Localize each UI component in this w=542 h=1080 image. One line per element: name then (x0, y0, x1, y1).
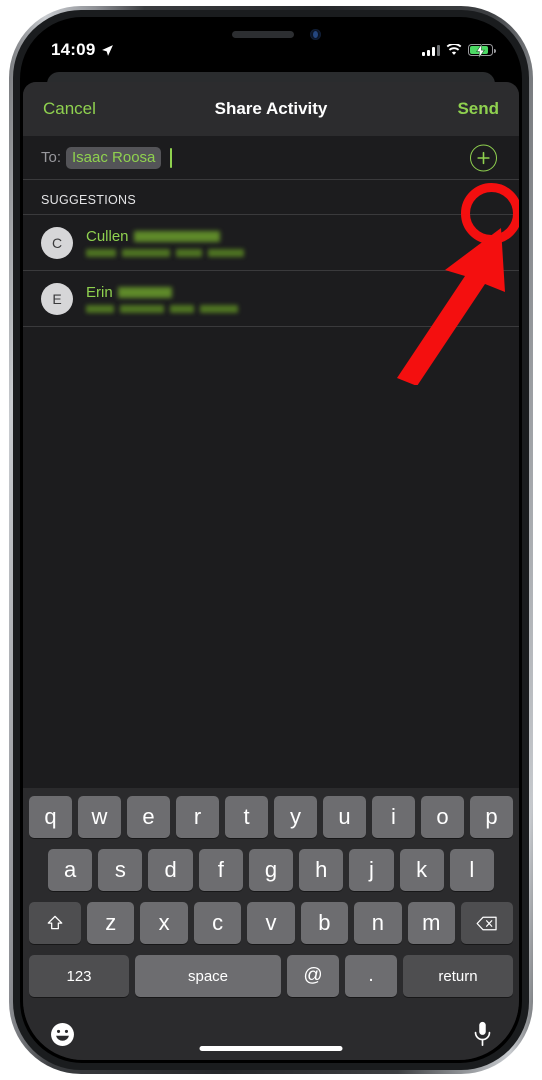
key-b[interactable]: b (300, 902, 349, 944)
key-v[interactable]: v (247, 902, 295, 944)
battery-charging-icon (468, 44, 496, 58)
device-notch (182, 20, 360, 50)
at-sign-key[interactable]: @ (287, 955, 339, 997)
key-f[interactable]: f (198, 849, 243, 891)
period-key[interactable]: . (345, 955, 397, 997)
status-bar-right (422, 44, 496, 58)
to-field-label: To: (41, 149, 62, 166)
key-q[interactable]: q (29, 796, 72, 838)
key-m[interactable]: m (407, 902, 455, 944)
keyboard-row-1: q w e r t y u i o p (26, 796, 516, 838)
key-d[interactable]: d (148, 849, 193, 891)
suggestions-section-header: SUGGESTIONS (23, 180, 519, 215)
phone-screen: 14:09 Cancel Share Activity Send To: Isa… (23, 20, 519, 1060)
redacted-subtitle-part (86, 249, 116, 257)
redacted-subtitle-part (86, 305, 114, 313)
shift-key[interactable] (29, 902, 82, 944)
key-u[interactable]: u (323, 796, 366, 838)
return-key[interactable]: return (403, 955, 513, 997)
keyboard-row-4: 123 space @ . return (26, 955, 516, 997)
text-cursor (170, 147, 173, 168)
suggestion-first-name: Cullen (86, 228, 129, 245)
suggestion-text: Erin (86, 284, 238, 313)
cancel-button[interactable]: Cancel (43, 99, 96, 119)
plus-circle-icon (477, 151, 490, 164)
recipient-token-isaac-roosa[interactable]: Isaac Roosa (66, 146, 162, 169)
key-n[interactable]: n (354, 902, 402, 944)
redacted-subtitle-part (176, 249, 202, 257)
key-s[interactable]: s (98, 849, 143, 891)
suggestion-subtitle-redacted (86, 249, 244, 257)
status-bar-left: 14:09 (51, 40, 114, 60)
redacted-subtitle-part (122, 249, 170, 257)
home-indicator[interactable] (199, 1046, 343, 1051)
redacted-subtitle-part (170, 305, 194, 313)
keyboard-row-3: z x c v b n m (26, 902, 516, 944)
key-i[interactable]: i (372, 796, 415, 838)
suggestion-first-name: Erin (86, 284, 113, 301)
backspace-key[interactable] (460, 902, 513, 944)
key-r[interactable]: r (176, 796, 219, 838)
charging-bolt-icon (476, 44, 485, 58)
key-a[interactable]: a (48, 849, 93, 891)
shift-arrow-icon (47, 915, 63, 929)
redacted-last-name (117, 287, 172, 298)
key-w[interactable]: w (78, 796, 121, 838)
numbers-key[interactable]: 123 (29, 955, 129, 997)
key-y[interactable]: y (274, 796, 317, 838)
page-title: Share Activity (214, 99, 328, 118)
key-z[interactable]: z (87, 902, 135, 944)
key-c[interactable]: c (193, 902, 242, 944)
list-item[interactable]: C Cullen (23, 215, 519, 271)
key-l[interactable]: l (449, 849, 494, 891)
status-time: 14:09 (51, 40, 96, 59)
keyboard-row-2: a s d f g h j k l (26, 849, 516, 891)
on-screen-keyboard: q w e r t y u i o p a s d f g h j k l z … (23, 788, 519, 1060)
key-x[interactable]: x (140, 902, 188, 944)
key-g[interactable]: g (248, 849, 294, 891)
location-arrow-icon (102, 44, 114, 56)
key-p[interactable]: p (470, 796, 513, 838)
avatar: E (41, 282, 73, 315)
microphone-icon[interactable] (473, 1021, 492, 1047)
key-h[interactable]: h (299, 849, 344, 891)
space-key[interactable]: space (135, 955, 281, 997)
redacted-subtitle-part (120, 305, 164, 313)
backspace-delete-icon (476, 916, 497, 930)
keyboard-bottom-bar (26, 1008, 516, 1060)
key-j[interactable]: j (349, 849, 394, 891)
share-activity-sheet: Cancel Share Activity Send To: Isaac Roo… (23, 82, 519, 1060)
front-camera (310, 29, 321, 40)
avatar: C (41, 226, 73, 259)
redacted-subtitle-part (200, 305, 238, 313)
list-item[interactable]: E Erin (23, 271, 519, 327)
navigation-bar: Cancel Share Activity Send (23, 82, 519, 136)
suggestion-name-line: Cullen (86, 228, 244, 245)
emoji-smiley-icon[interactable] (50, 1022, 75, 1047)
suggestion-subtitle-redacted (86, 305, 238, 313)
to-recipients-field[interactable]: To: Isaac Roosa (23, 136, 519, 180)
key-o[interactable]: o (421, 796, 464, 838)
send-button[interactable]: Send (457, 99, 499, 119)
key-e[interactable]: e (127, 796, 170, 838)
suggestion-text: Cullen (86, 228, 244, 257)
redacted-last-name (133, 231, 220, 242)
wifi-icon (446, 44, 462, 55)
earpiece-speaker (232, 31, 294, 38)
redacted-subtitle-part (208, 249, 244, 257)
key-t[interactable]: t (225, 796, 268, 838)
key-k[interactable]: k (399, 849, 444, 891)
suggestion-name-line: Erin (86, 284, 238, 301)
add-contact-button[interactable] (470, 144, 497, 171)
cellular-signal-icon (422, 44, 440, 56)
